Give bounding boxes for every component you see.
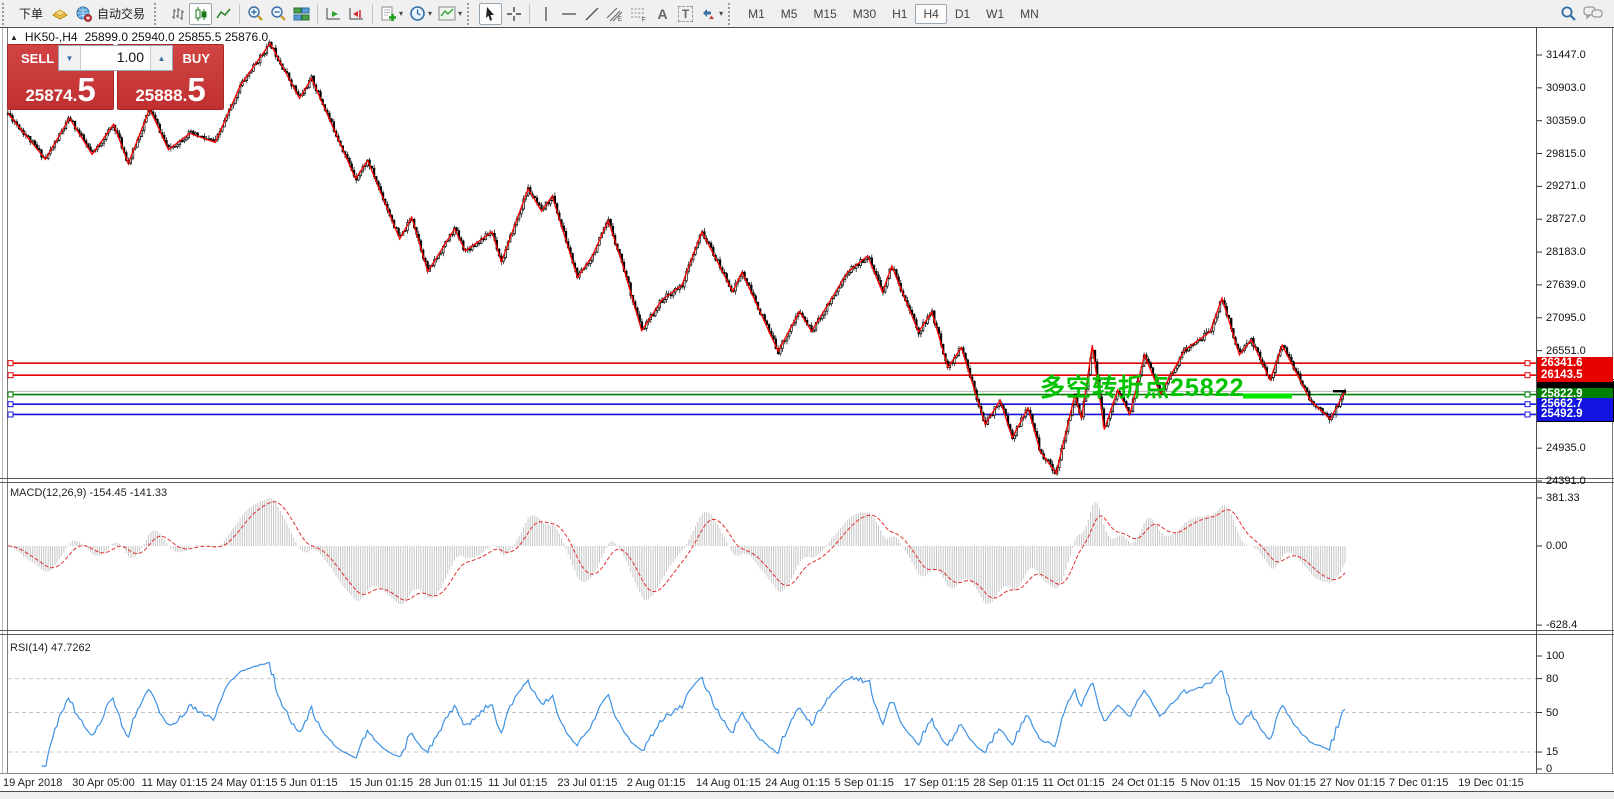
buy-price-big: 5 <box>187 75 205 105</box>
sell-price-main: 25874 <box>25 86 72 106</box>
chat-button[interactable] <box>1580 2 1606 24</box>
auto-scroll-icon <box>325 6 342 22</box>
toolbar-grip[interactable] <box>467 3 475 25</box>
buy-label: BUY <box>183 51 210 66</box>
timeframe-button-W1[interactable]: W1 <box>978 4 1012 24</box>
sell-price: 25874.5 <box>8 75 113 106</box>
toolbar-separator <box>529 4 530 24</box>
trading-platform-window: 下单 自动交易 <box>0 0 1614 799</box>
bar-chart-button[interactable] <box>166 3 189 25</box>
text-tool[interactable]: A <box>651 3 674 25</box>
line-chart-icon <box>216 6 232 22</box>
new-order-button[interactable]: 下单 <box>14 3 48 25</box>
indicators-icon <box>380 6 397 22</box>
label-tool-icon: T <box>678 6 693 22</box>
timeframe-group: M1M5M15M30H1H4D1W1MN <box>740 4 1047 24</box>
chart-shift-icon <box>348 6 365 22</box>
vertical-line-icon <box>539 6 553 22</box>
equidistant-channel-tool[interactable]: E <box>603 3 627 25</box>
indicators-button[interactable]: ▾ <box>377 3 406 25</box>
timeframe-button-M5[interactable]: M5 <box>773 4 806 24</box>
channel-icon: E <box>606 6 624 22</box>
window-bottom-frame <box>0 792 1614 799</box>
timeframe-button-H1[interactable]: H1 <box>884 4 915 24</box>
svg-text:F: F <box>642 17 646 22</box>
volume-increase-button[interactable]: ▲ <box>150 46 172 70</box>
svg-text:E: E <box>618 17 622 22</box>
auto-trading-button[interactable]: 自动交易 <box>72 3 152 25</box>
timeframe-button-M15[interactable]: M15 <box>805 4 844 24</box>
sell-price-big: 5 <box>77 75 95 105</box>
tile-windows-icon <box>293 6 310 22</box>
toolbar-grip[interactable] <box>2 3 10 25</box>
candlestick-icon <box>193 6 209 22</box>
periods-button[interactable]: ▾ <box>406 3 435 25</box>
clock-icon <box>409 5 426 22</box>
zoom-out-icon <box>270 5 287 22</box>
zoom-in-button[interactable] <box>244 3 267 25</box>
timeframe-button-D1[interactable]: D1 <box>947 4 978 24</box>
horizontal-line-icon <box>561 7 577 21</box>
chart-shift-button[interactable] <box>345 3 368 25</box>
text-tool-icon: A <box>658 6 668 22</box>
chart-canvas[interactable] <box>0 0 1614 799</box>
toolbar-grip[interactable] <box>154 3 162 25</box>
timeframe-button-M1[interactable]: M1 <box>740 4 773 24</box>
search-button[interactable] <box>1557 2 1580 24</box>
templates-button[interactable]: ▾ <box>435 3 465 25</box>
arrow-shapes-icon <box>700 6 717 22</box>
toolbar-separator <box>317 4 318 24</box>
zoom-out-button[interactable] <box>267 3 290 25</box>
auto-trading-label: 自动交易 <box>93 5 149 22</box>
crosshair-icon <box>506 6 522 22</box>
horizontal-line-tool[interactable] <box>557 3 580 25</box>
line-chart-button[interactable] <box>212 3 235 25</box>
order-book-icon[interactable] <box>48 3 72 25</box>
volume-spinner: ▼ 1.00 ▲ <box>58 45 173 71</box>
dropdown-caret-icon: ▾ <box>458 9 462 18</box>
gold-wedge-icon <box>51 6 69 22</box>
toolbar-grip[interactable] <box>728 3 736 25</box>
zoom-in-icon <box>247 5 264 22</box>
template-icon <box>438 6 456 21</box>
timeframe-button-H4[interactable]: H4 <box>915 4 946 24</box>
toolbar-separator <box>372 4 373 24</box>
main-toolbar: 下单 自动交易 <box>0 0 1614 27</box>
trendline-icon <box>584 6 600 22</box>
fibonacci-icon: F <box>630 6 648 22</box>
cursor-button[interactable] <box>479 3 502 25</box>
cursor-icon <box>483 6 498 22</box>
dropdown-caret-icon: ▾ <box>719 9 723 18</box>
vertical-line-tool[interactable] <box>534 3 557 25</box>
candlestick-chart-button[interactable] <box>189 3 212 25</box>
trendline-tool[interactable] <box>580 3 603 25</box>
text-label-tool[interactable]: T <box>674 3 697 25</box>
buy-price: 25888.5 <box>118 75 223 106</box>
volume-decrease-button[interactable]: ▼ <box>59 46 81 70</box>
buy-price-main: 25888 <box>135 86 182 106</box>
one-click-trading-panel: SELL 25874.5 BUY 25888.5 ▼ 1.00 ▲ <box>7 44 224 110</box>
dropdown-caret-icon: ▾ <box>399 9 403 18</box>
volume-value[interactable]: 1.00 <box>81 46 150 70</box>
dropdown-caret-icon: ▾ <box>428 9 432 18</box>
date-axis-bar[interactable] <box>0 774 1614 791</box>
globe-icon <box>75 6 93 22</box>
toolbar-separator <box>239 4 240 24</box>
auto-scroll-button[interactable] <box>322 3 345 25</box>
search-icon <box>1560 5 1577 22</box>
timeframe-button-MN[interactable]: MN <box>1012 4 1047 24</box>
fibonacci-tool[interactable]: F <box>627 3 651 25</box>
crosshair-button[interactable] <box>502 3 525 25</box>
ohlc-bars-icon <box>170 6 186 22</box>
timeframe-button-M30[interactable]: M30 <box>845 4 884 24</box>
arrows-tool[interactable]: ▾ <box>697 3 726 25</box>
tile-windows-button[interactable] <box>290 3 313 25</box>
sell-label: SELL <box>21 51 54 66</box>
chat-bubbles-icon <box>1583 5 1603 21</box>
